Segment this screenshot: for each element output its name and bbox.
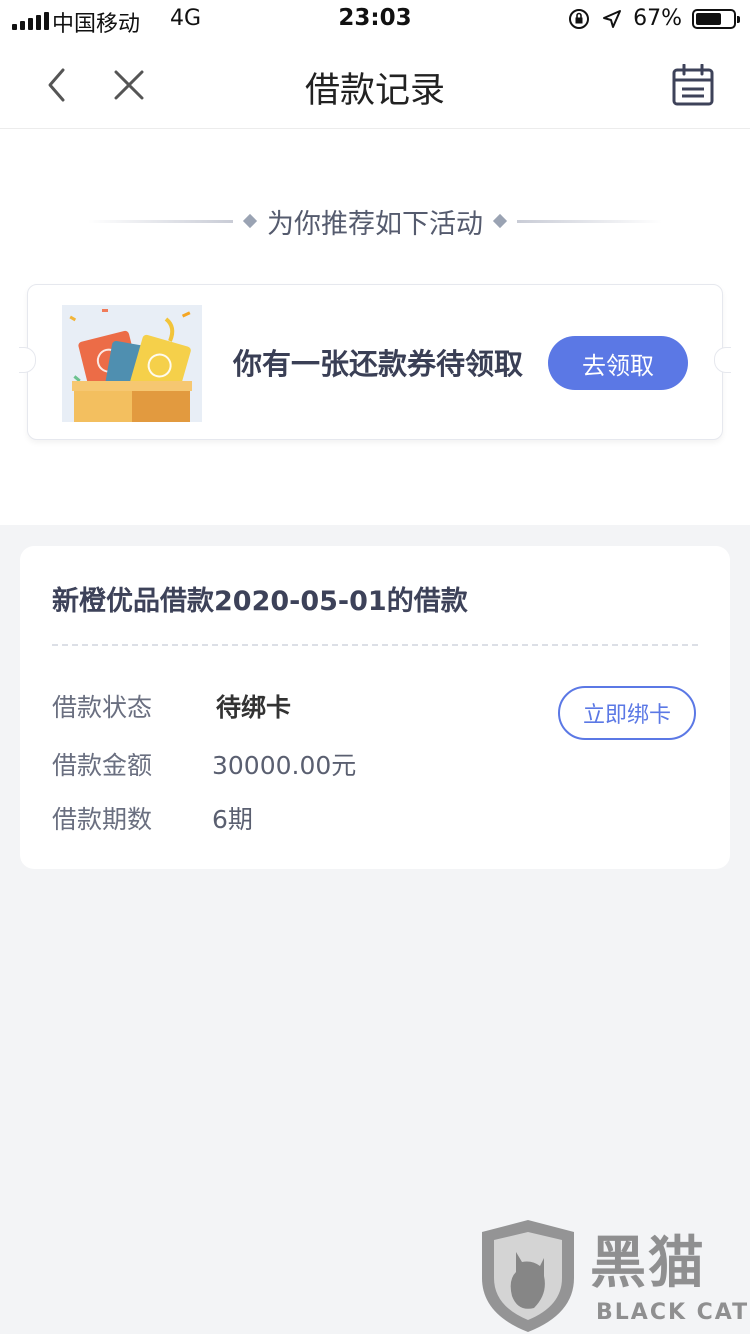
loan-record-card[interactable]: 新橙优品借款2020-05-01的借款 借款状态 待绑卡 借款金额 30000.… xyxy=(20,546,730,869)
coupon-notch xyxy=(714,347,731,373)
battery-percent: 67% xyxy=(633,6,682,31)
bind-card-button[interactable]: 立即绑卡 xyxy=(558,686,696,740)
calendar-icon xyxy=(672,64,714,106)
watermark-subtext: BLACK CAT xyxy=(596,1300,750,1325)
status-bar: 中国移动 4G 23:03 67% xyxy=(0,0,750,40)
loan-status-value: 待绑卡 xyxy=(216,693,292,722)
location-icon xyxy=(603,9,622,28)
coupon-gift-icon xyxy=(62,305,202,422)
coupon-notch xyxy=(19,347,36,373)
coupon-card[interactable]: 你有一张还款券待领取 去领取 xyxy=(19,284,731,440)
recommend-title: 为你推荐如下活动 xyxy=(267,208,483,240)
divider xyxy=(517,219,662,223)
recommend-header: 为你推荐如下活动 xyxy=(0,201,750,241)
watermark-text: 黑猫 xyxy=(590,1231,706,1296)
loan-amount-value: 30000.00元 xyxy=(212,751,357,780)
page-title: 借款记录 xyxy=(304,71,445,111)
watermark: 黑猫 BLACK CAT xyxy=(478,1218,750,1334)
promo-section: 为你推荐如下活动 你有一张还款券待领取 去领取 xyxy=(0,129,750,525)
calendar-button[interactable] xyxy=(668,60,718,110)
diamond-icon xyxy=(492,213,508,229)
rotation-lock-icon xyxy=(569,8,590,29)
status-right: 67% xyxy=(567,6,740,31)
divider xyxy=(88,219,233,223)
diamond-icon xyxy=(242,213,258,229)
cat-shield-logo xyxy=(482,1220,574,1332)
loan-title: 新橙优品借款2020-05-01的借款 xyxy=(52,586,468,617)
battery-icon xyxy=(692,8,740,29)
coupon-text: 你有一张还款券待领取 xyxy=(233,347,524,381)
dashed-divider xyxy=(52,644,698,646)
loan-term-value: 6期 xyxy=(212,805,253,834)
nav-bar: 借款记录 xyxy=(0,40,750,129)
loan-status-label: 借款状态 xyxy=(52,693,153,722)
loan-amount-label: 借款金额 xyxy=(52,751,153,780)
loan-term-label: 借款期数 xyxy=(52,805,153,834)
claim-button[interactable]: 去领取 xyxy=(548,336,688,390)
